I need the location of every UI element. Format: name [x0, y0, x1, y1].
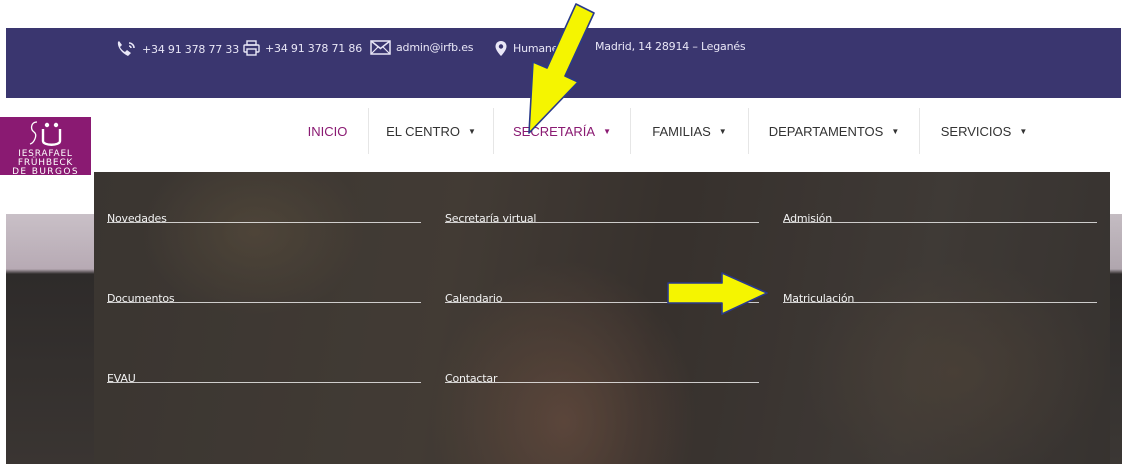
email-address: admin@irfb.es — [396, 41, 474, 54]
hero-image-right — [1110, 214, 1122, 464]
nav-item-familias[interactable]: FAMILIAS ▼ — [631, 108, 749, 154]
menu-item-evau[interactable]: EVAU — [107, 339, 421, 385]
printer-icon — [243, 40, 260, 56]
contact-address-rest: Madrid, 14 28914 – Leganés — [595, 40, 746, 53]
location-pin-icon — [495, 41, 507, 56]
hero-image-left — [6, 214, 94, 464]
menu-item-label: Documentos — [107, 292, 175, 305]
logo-mark-icon — [29, 121, 62, 146]
address-part2: Madrid, 14 28914 – Leganés — [595, 40, 746, 53]
annotation-arrow-right-icon — [667, 272, 768, 315]
menu-item-secretaria-virtual[interactable]: Secretaría virtual — [445, 179, 759, 225]
secretaria-mega-menu: Novedades Documentos EVAU Secretaría vir… — [94, 172, 1110, 464]
menu-item-label: Matriculación — [783, 292, 855, 305]
nav-item-servicios[interactable]: SERVICIOS ▼ — [920, 108, 1048, 154]
menu-item-matriculacion[interactable]: Matriculación — [783, 259, 1097, 305]
nav-item-departamentos[interactable]: DEPARTAMENTOS ▼ — [749, 108, 920, 154]
menu-item-documentos[interactable]: Documentos — [107, 259, 421, 305]
menu-item-label: EVAU — [107, 372, 136, 385]
contact-email[interactable]: admin@irfb.es — [370, 40, 473, 55]
menu-item-admision[interactable]: Admisión — [783, 179, 1097, 225]
annotation-arrow-down-icon — [528, 3, 595, 134]
menu-item-contactar[interactable]: Contactar — [445, 339, 759, 385]
main-navigation: INICIO EL CENTRO ▼ SECRETARÍA ▼ FAMILIAS… — [287, 108, 1048, 154]
chevron-down-icon: ▼ — [468, 126, 476, 136]
chevron-down-icon: ▼ — [891, 126, 900, 136]
fax-number: +34 91 378 71 86 — [265, 41, 362, 55]
logo-line-3: DE BURGOS — [12, 167, 79, 175]
nav-item-inicio[interactable]: INICIO — [287, 108, 369, 154]
nav-item-label: FAMILIAS — [652, 123, 711, 139]
menu-item-label: Secretaría virtual — [445, 212, 537, 225]
menu-item-label: Contactar — [445, 372, 498, 385]
mail-icon — [370, 40, 391, 55]
menu-item-label: Novedades — [107, 212, 167, 225]
nav-item-label: DEPARTAMENTOS — [768, 123, 884, 139]
contact-fax[interactable]: +34 91 378 71 86 — [243, 40, 362, 56]
chevron-down-icon: ▼ — [718, 126, 727, 136]
site-logo[interactable]: IESRAFAEL FRÜHBECK DE BURGOS — [0, 117, 91, 175]
chevron-down-icon: ▼ — [1019, 126, 1028, 136]
menu-item-novedades[interactable]: Novedades — [107, 179, 421, 225]
phone-icon — [117, 41, 135, 56]
phone-number: +34 91 378 77 33 — [142, 42, 239, 56]
menu-item-label: Calendario — [445, 292, 503, 305]
nav-item-label: EL CENTRO — [386, 123, 460, 139]
menu-item-label: Admisión — [783, 212, 832, 225]
nav-item-label: SERVICIOS — [940, 123, 1012, 139]
contact-phone[interactable]: +34 91 378 77 33 — [115, 40, 239, 58]
nav-item-el-centro[interactable]: EL CENTRO ▼ — [369, 108, 494, 154]
nav-item-label: INICIO — [307, 123, 348, 139]
